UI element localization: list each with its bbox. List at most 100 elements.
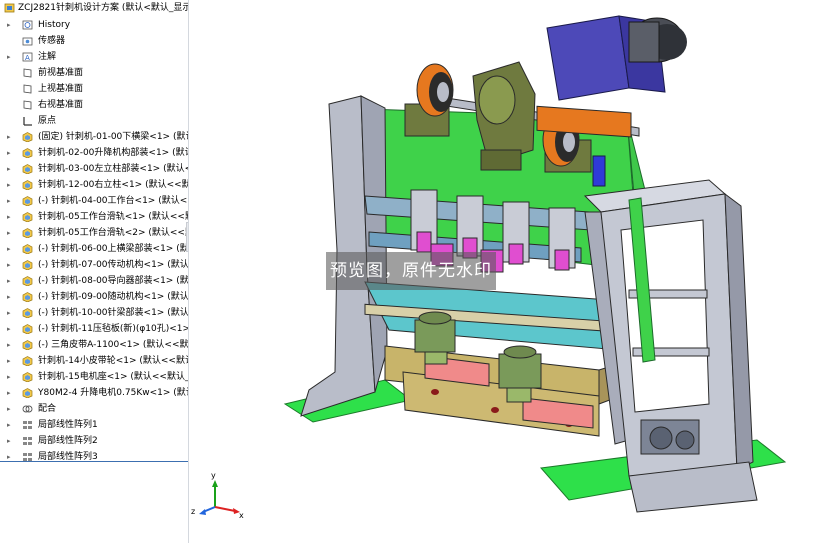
expand-arrow-icon[interactable]: ▸ bbox=[7, 385, 15, 401]
sensor-folder-icon bbox=[22, 37, 33, 46]
tree-item-label: 针刺机-03-00左立柱部装<1> (默认<默 bbox=[38, 164, 189, 174]
expand-arrow-icon[interactable]: ▸ bbox=[7, 305, 15, 321]
tree-item[interactable]: ▸ 针刺机-12-00右立柱<1> (默认<<默认_ bbox=[0, 177, 188, 193]
expand-arrow-icon[interactable]: ▸ bbox=[7, 449, 15, 465]
expand-arrow-icon[interactable]: ▸ bbox=[7, 417, 15, 433]
tree-item[interactable]: ▸ (-) 三角皮带A-1100<1> (默认<<默认_ bbox=[0, 337, 188, 353]
tree-item[interactable]: ▸ (-) 针刺机-06-00上横梁部装<1> (默认 bbox=[0, 241, 188, 257]
triad-y-label: y bbox=[211, 471, 216, 480]
graphics-viewport[interactable]: 预览图，原件无水印 y x z bbox=[189, 0, 820, 543]
tree-item[interactable]: ▸ 针刺机-03-00左立柱部装<1> (默认<默 bbox=[0, 161, 188, 177]
expand-arrow-icon[interactable]: ▸ bbox=[7, 129, 15, 145]
tree-item[interactable]: ▸ History bbox=[0, 17, 188, 33]
tree-item-label: (-) 针刺机-04-00工作台<1> (默认<<默 bbox=[38, 196, 189, 206]
tree-item[interactable]: ▸ 针刺机-05工作台滑轨<2> (默认<<默认 bbox=[0, 225, 188, 241]
bar-hole-2 bbox=[491, 407, 499, 413]
component-icon bbox=[22, 196, 33, 206]
tree-item[interactable]: ▸ (固定) 针刺机-01-00下横梁<1> (默认<< bbox=[0, 129, 188, 145]
tree-item[interactable]: 前视基准面 bbox=[0, 65, 188, 81]
preview-watermark: 预览图，原件无水印 bbox=[326, 252, 496, 290]
tree-item[interactable]: ▸ 针刺机-02-00升降机构部装<1> (默认< bbox=[0, 145, 188, 161]
tree-item[interactable]: ▸ 局部线性阵列1 bbox=[0, 417, 188, 433]
tree-item[interactable]: ▸ (-) 针刺机-08-00导向器部装<1> (默认< bbox=[0, 273, 188, 289]
expand-arrow-icon[interactable]: ▸ bbox=[7, 289, 15, 305]
tree-item-label: 局部线性阵列3 bbox=[38, 452, 98, 462]
bottom-gear-unit bbox=[640, 419, 700, 455]
triad-x-label: x bbox=[239, 511, 244, 520]
tree-item[interactable]: 传感器 bbox=[0, 33, 188, 49]
expand-arrow-icon[interactable]: ▸ bbox=[7, 321, 15, 337]
component-icon bbox=[22, 180, 33, 190]
expand-arrow-icon[interactable]: ▸ bbox=[7, 161, 15, 177]
tree-item[interactable]: ▸ 局部线性阵列2 bbox=[0, 433, 188, 449]
tree-root-label: ZCJ2821针刺机设计方案 (默认<默认_显示 bbox=[18, 3, 189, 13]
tree-item-label: (固定) 针刺机-01-00下横梁<1> (默认<< bbox=[38, 132, 188, 142]
expand-arrow-icon[interactable]: ▸ bbox=[7, 17, 15, 33]
tree-item[interactable]: ▸ (-) 针刺机-10-00针梁部装<1> (默认<< bbox=[0, 305, 188, 321]
tree-item-label: (-) 针刺机-06-00上横梁部装<1> (默认 bbox=[38, 244, 189, 254]
component-icon bbox=[22, 132, 33, 142]
tree-item[interactable]: ▸ 配合 bbox=[0, 401, 188, 417]
expand-arrow-icon[interactable]: ▸ bbox=[7, 225, 15, 241]
tree-item[interactable]: ▸ A 注解 bbox=[0, 49, 188, 65]
component-icon bbox=[22, 148, 33, 158]
annotation-icon: A bbox=[22, 52, 33, 62]
tree-item[interactable]: ▸ (-) 针刺机-07-00传动机构<1> (默认< bbox=[0, 257, 188, 273]
tree-item-label: (-) 针刺机-11压毡板(新)(φ10孔)<1> ( bbox=[38, 324, 189, 334]
component-icon bbox=[22, 340, 33, 350]
tree-root[interactable]: ZCJ2821针刺机设计方案 (默认<默认_显示 bbox=[0, 0, 188, 16]
blue-tensioner bbox=[592, 155, 606, 187]
component-icon bbox=[22, 388, 33, 398]
main-motor bbox=[536, 15, 687, 138]
expand-arrow-icon[interactable]: ▸ bbox=[7, 337, 15, 353]
tree-item[interactable]: ▸ (-) 针刺机-04-00工作台<1> (默认<<默 bbox=[0, 193, 188, 209]
component-icon bbox=[22, 324, 33, 334]
expand-arrow-icon[interactable]: ▸ bbox=[7, 401, 15, 417]
expand-arrow-icon[interactable]: ▸ bbox=[7, 353, 15, 369]
tree-item-label: 针刺机-15电机座<1> (默认<<默认_ bbox=[38, 372, 189, 382]
tree-item-label: 原点 bbox=[38, 116, 57, 126]
component-icon bbox=[22, 292, 33, 302]
tree-item-label: 配合 bbox=[38, 404, 57, 414]
tree-item[interactable]: ▸ 针刺机-05工作台滑轨<1> (默认<<默认 bbox=[0, 209, 188, 225]
view-triad[interactable]: y x z bbox=[191, 471, 247, 520]
component-icon bbox=[22, 372, 33, 382]
expand-arrow-icon[interactable]: ▸ bbox=[7, 257, 15, 273]
expand-arrow-icon[interactable]: ▸ bbox=[7, 273, 15, 289]
rollback-bar[interactable] bbox=[0, 461, 188, 462]
tree-item[interactable]: ▸ 局部线性阵列3 bbox=[0, 449, 188, 465]
tree-item[interactable]: ▸ (-) 针刺机-09-00随动机构<1> (默认<< bbox=[0, 289, 188, 305]
expand-arrow-icon[interactable]: ▸ bbox=[7, 241, 15, 257]
tree-item[interactable]: 右视基准面 bbox=[0, 97, 188, 113]
tree-item[interactable]: ▸ 针刺机-15电机座<1> (默认<<默认_ bbox=[0, 369, 188, 385]
tree-item[interactable]: 上视基准面 bbox=[0, 81, 188, 97]
origin-icon bbox=[23, 117, 32, 126]
tree-item-label: 前视基准面 bbox=[38, 68, 84, 78]
assembly-icon bbox=[4, 3, 15, 13]
svg-text:A: A bbox=[25, 54, 30, 62]
tree-item-label: 注解 bbox=[38, 52, 57, 62]
expand-arrow-icon[interactable]: ▸ bbox=[7, 209, 15, 225]
expand-arrow-icon[interactable]: ▸ bbox=[7, 193, 15, 209]
tree-item[interactable]: ▸ 针刺机-14小皮带轮<1> (默认<<默认 bbox=[0, 353, 188, 369]
component-icon bbox=[22, 164, 33, 174]
tree-item[interactable]: ▸ (-) 针刺机-11压毡板(新)(φ10孔)<1> ( bbox=[0, 321, 188, 337]
pattern-icon bbox=[23, 437, 32, 445]
model-render bbox=[283, 15, 787, 513]
tree-item-label: 针刺机-05工作台滑轨<2> (默认<<默认 bbox=[38, 228, 189, 238]
plane-icon bbox=[23, 84, 32, 94]
tree-item-label: 针刺机-02-00升降机构部装<1> (默认< bbox=[38, 148, 189, 158]
component-icon bbox=[22, 244, 33, 254]
tree-item[interactable]: ▸ Y80M2-4 升降电机0.75Kw<1> (默认 bbox=[0, 385, 188, 401]
component-icon bbox=[22, 212, 33, 222]
expand-arrow-icon[interactable]: ▸ bbox=[7, 145, 15, 161]
expand-arrow-icon[interactable]: ▸ bbox=[7, 369, 15, 385]
expand-arrow-icon[interactable]: ▸ bbox=[7, 49, 15, 65]
tree-item-label: 针刺机-14小皮带轮<1> (默认<<默认 bbox=[38, 356, 189, 366]
expand-arrow-icon[interactable]: ▸ bbox=[7, 433, 15, 449]
expand-arrow-icon[interactable]: ▸ bbox=[7, 177, 15, 193]
feature-manager-tree: ZCJ2821针刺机设计方案 (默认<默认_显示 ▸ History 传感器 ▸ A 注解… bbox=[0, 0, 189, 543]
tree-item-label: History bbox=[38, 20, 71, 30]
tree-item[interactable]: 原点 bbox=[0, 113, 188, 129]
history-icon bbox=[22, 20, 33, 30]
